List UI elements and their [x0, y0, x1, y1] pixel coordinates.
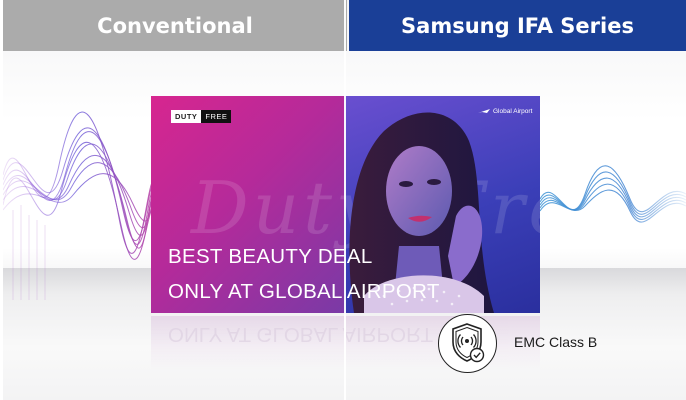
badge-duty-text: DUTY: [171, 110, 202, 123]
clean-waves-right: [540, 165, 686, 223]
poster-headline-line-2: ONLY AT GLOBAL AIRPORT: [168, 280, 440, 303]
airplane-icon: [478, 109, 490, 113]
global-airport-logo: Global Airport: [478, 108, 532, 115]
header-samsung-ifa-series: Samsung IFA Series: [349, 0, 686, 51]
split-divider: [344, 0, 346, 400]
poster-headline-line-1: BEST BEAUTY DEAL: [168, 245, 373, 268]
poster-reflection-text: ONLY AT GLOBAL AIRPORT: [168, 323, 434, 346]
header-conventional: Conventional: [3, 0, 347, 51]
duty-free-badge: DUTY FREE: [171, 110, 232, 123]
emc-class-b-badge: [438, 314, 497, 373]
emc-class-b-label: EMC Class B: [514, 334, 598, 350]
badge-free-text: FREE: [201, 110, 232, 123]
shield-signal-check-icon: [452, 323, 485, 363]
airport-logo-text: Global Airport: [493, 108, 533, 115]
interference-waves-left: [3, 111, 155, 300]
